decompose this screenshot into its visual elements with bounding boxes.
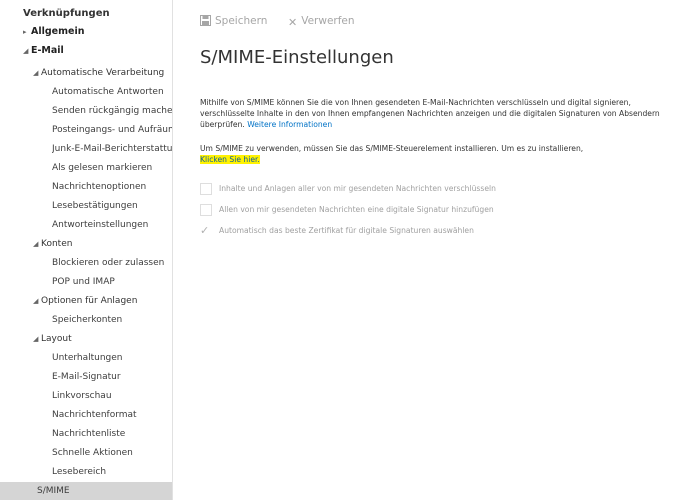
option-label: Automatisch das beste Zertifikat für dig… bbox=[219, 226, 474, 235]
sidebar-item-label: Konten bbox=[41, 239, 73, 249]
sidebar-item-nachrichtenoptionen[interactable]: Nachrichtenoptionen bbox=[52, 178, 146, 196]
sidebar-item-lesebereich[interactable]: Lesebereich bbox=[52, 463, 106, 481]
sidebar-item-label: Automatische Verarbeitung bbox=[41, 68, 165, 78]
sidebar-item-nachrichtenformat[interactable]: Nachrichtenformat bbox=[52, 406, 137, 424]
sidebar-item-automatische-antworten[interactable]: Automatische Antworten bbox=[52, 83, 164, 101]
install-text: Um S/MIME zu verwenden, müssen Sie das S… bbox=[200, 144, 584, 153]
sidebar-item-linkvorschau[interactable]: Linkvorschau bbox=[52, 387, 112, 405]
discard-label: Verwerfen bbox=[301, 15, 355, 27]
caret-down-icon: ◢ bbox=[23, 47, 29, 55]
options-sidebar: Verknüpfungen ▸ Allgemein ◢ E-Mail ◢ Automa… bbox=[0, 0, 173, 500]
caret-down-icon: ◢ bbox=[33, 335, 39, 343]
sidebar-item-email-signatur[interactable]: E-Mail-Signatur bbox=[52, 368, 121, 386]
sidebar-item-speicherkonten[interactable]: Speicherkonten bbox=[52, 311, 122, 329]
discard-button[interactable]: ✕ Verwerfen bbox=[288, 15, 355, 29]
checkmark-icon[interactable]: ✓ bbox=[200, 224, 209, 237]
more-info-link[interactable]: Weitere Informationen bbox=[247, 120, 332, 129]
sidebar-header: Verknüpfungen bbox=[23, 8, 110, 19]
sidebar-item-label: E-Mail bbox=[31, 45, 64, 56]
save-label: Speichern bbox=[215, 15, 268, 27]
sidebar-item-allgemein[interactable]: ▸ Allgemein bbox=[23, 23, 84, 41]
sidebar-item-layout[interactable]: ◢ Layout bbox=[33, 330, 72, 348]
sidebar-item-automatische-verarbeitung[interactable]: ◢ Automatische Verarbeitung bbox=[33, 64, 164, 82]
sidebar-item-konten[interactable]: ◢ Konten bbox=[33, 235, 72, 253]
sidebar-item-unterhaltungen[interactable]: Unterhaltungen bbox=[52, 349, 123, 367]
option-label: Allen von mir gesendeten Nachrichten ein… bbox=[219, 205, 494, 214]
sidebar-item-optionen-anlagen[interactable]: ◢ Optionen für Anlagen bbox=[33, 292, 137, 310]
sidebar-item-label: Optionen für Anlagen bbox=[41, 296, 138, 306]
caret-right-icon: ▸ bbox=[23, 28, 27, 36]
option-label: Inhalte und Anlagen aller von mir gesend… bbox=[219, 184, 496, 193]
install-paragraph: Um S/MIME zu verwenden, müssen Sie das S… bbox=[200, 143, 685, 165]
sign-checkbox[interactable] bbox=[200, 204, 212, 216]
sidebar-item-antworteinstellungen[interactable]: Antworteinstellungen bbox=[52, 216, 148, 234]
sidebar-item-label: Allgemein bbox=[31, 26, 85, 37]
sidebar-item-pop-imap[interactable]: POP und IMAP bbox=[52, 273, 115, 291]
sidebar-item-lesebestaetigungen[interactable]: Lesebestätigungen bbox=[52, 197, 138, 215]
caret-down-icon: ◢ bbox=[33, 297, 39, 305]
sidebar-item-smime[interactable]: S/MIME bbox=[0, 482, 172, 500]
save-button[interactable]: Speichern bbox=[200, 15, 267, 27]
sidebar-item-blockieren[interactable]: Blockieren oder zulassen bbox=[52, 254, 164, 272]
sidebar-item-label: Layout bbox=[41, 334, 72, 344]
sidebar-item-junk-email[interactable]: Junk-E-Mail-Berichterstattung bbox=[52, 140, 172, 158]
options-app: Verknüpfungen ▸ Allgemein ◢ E-Mail ◢ Automa… bbox=[0, 0, 694, 500]
intro-paragraph: Mithilfe von S/MIME können Sie die von I… bbox=[200, 97, 685, 130]
sidebar-item-senden-rueckgaengig[interactable]: Senden rückgängig machen bbox=[52, 102, 172, 120]
save-icon bbox=[200, 15, 211, 26]
page-title: S/MIME-Einstellungen bbox=[200, 47, 394, 68]
sidebar-item-posteingangsregeln[interactable]: Posteingangs- und Aufräumregeln bbox=[52, 121, 172, 139]
sidebar-item-als-gelesen[interactable]: Als gelesen markieren bbox=[52, 159, 152, 177]
caret-down-icon: ◢ bbox=[33, 69, 39, 77]
sidebar-item-schnelle-aktionen[interactable]: Schnelle Aktionen bbox=[52, 444, 133, 462]
main-content: Speichern ✕ Verwerfen S/MIME-Einstellunge… bbox=[200, 0, 694, 500]
sidebar-item-nachrichtenliste[interactable]: Nachrichtenliste bbox=[52, 425, 125, 443]
encrypt-checkbox[interactable] bbox=[200, 183, 212, 195]
close-icon: ✕ bbox=[288, 16, 298, 29]
install-link[interactable]: Klicken Sie hier. bbox=[200, 155, 260, 164]
caret-down-icon: ◢ bbox=[33, 240, 39, 248]
sidebar-item-email[interactable]: ◢ E-Mail bbox=[23, 42, 64, 60]
